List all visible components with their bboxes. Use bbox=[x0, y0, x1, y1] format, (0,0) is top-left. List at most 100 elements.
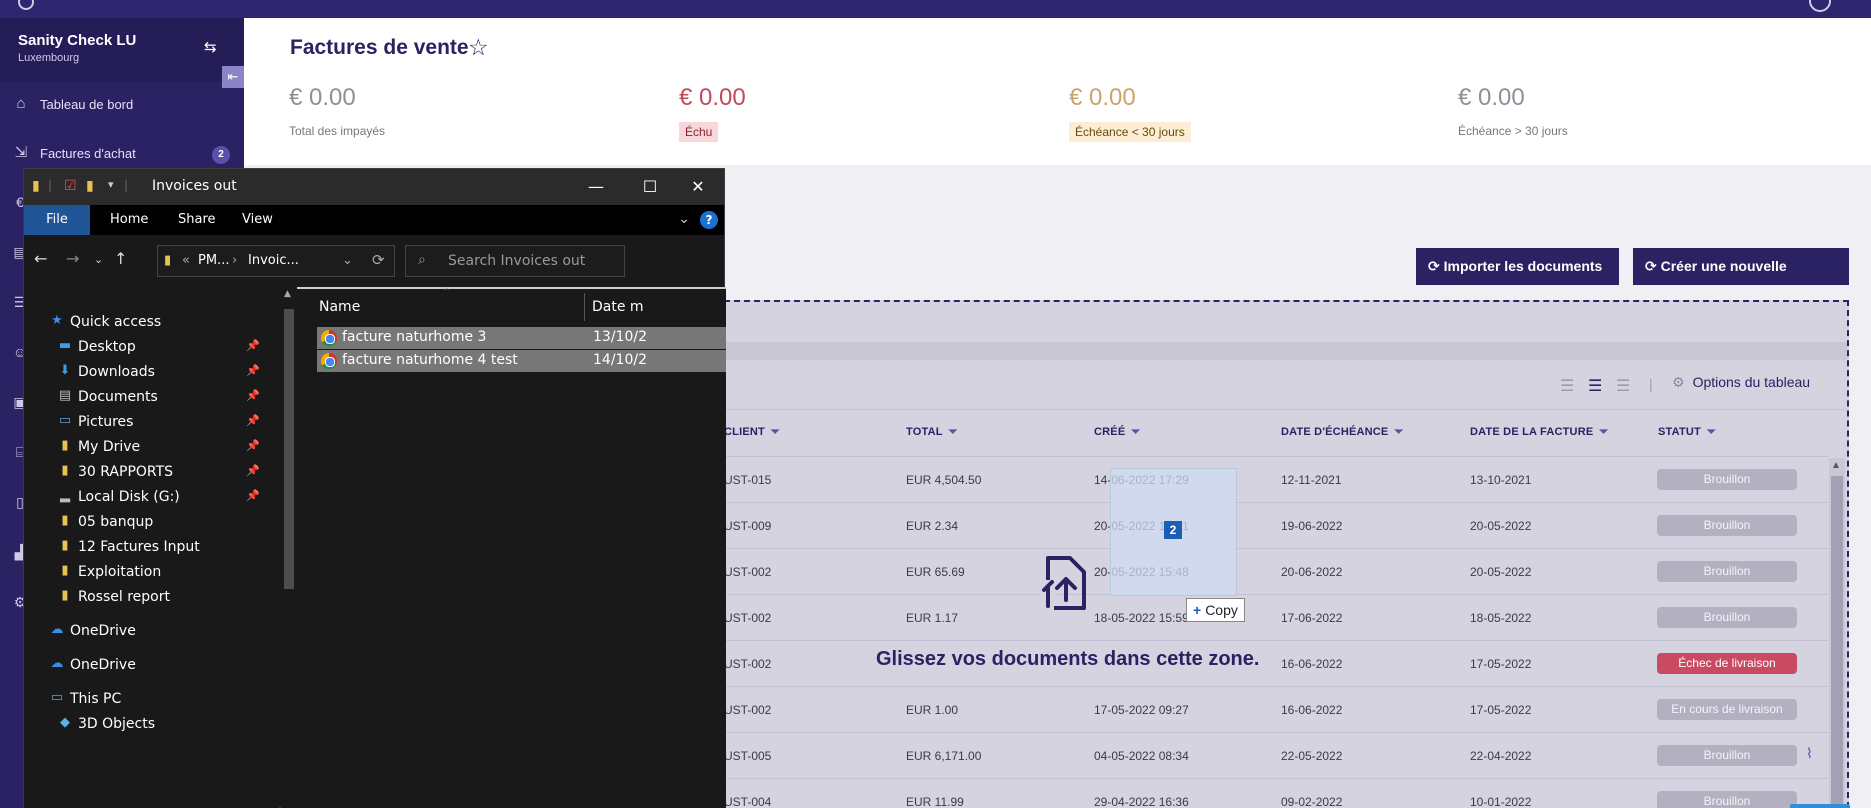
expand-ribbon-icon[interactable]: ⌄ bbox=[678, 211, 690, 227]
table-row[interactable]: UST-005 EUR 6,171.00 04-05-2022 08:34 22… bbox=[724, 732, 1829, 778]
app-logo[interactable] bbox=[18, 0, 34, 10]
nav-label: OneDrive bbox=[70, 657, 136, 673]
tab-view[interactable]: View bbox=[232, 205, 283, 235]
folder-icon: ▮ bbox=[61, 538, 69, 553]
switch-company-icon[interactable]: ⇆ bbox=[204, 38, 217, 56]
cell-client: UST-002 bbox=[724, 703, 772, 717]
table-row[interactable]: UST-015 EUR 4,504.50 14-06-2022 17:29 12… bbox=[724, 456, 1829, 502]
sidebar-item-dashboard[interactable]: ⌂ Tableau de bord bbox=[0, 85, 244, 125]
nav-my-drive[interactable]: ▮ My Drive 📌 bbox=[24, 435, 279, 460]
chat-widget-edge[interactable] bbox=[1790, 804, 1850, 808]
search-box[interactable]: ⌕ Search Invoices out bbox=[405, 245, 625, 277]
breadcrumb-current[interactable]: Invoic... bbox=[248, 253, 299, 268]
maximize-icon[interactable]: ☐ bbox=[630, 173, 670, 201]
import-documents-button[interactable]: ⟳ Importer les documents bbox=[1416, 248, 1619, 285]
column-header-date[interactable]: Date m bbox=[592, 299, 644, 315]
view-compact-icon[interactable]: ☰ bbox=[1560, 376, 1574, 396]
customize-toolbar-icon[interactable]: ▾ bbox=[108, 178, 114, 191]
nav-onedrive[interactable]: ☁ OneDrive bbox=[24, 619, 279, 644]
column-header-name[interactable]: Name bbox=[319, 299, 360, 315]
nav-label: 12 Factures Input bbox=[78, 539, 200, 555]
nav-documents[interactable]: ▤ Documents 📌 bbox=[24, 385, 279, 410]
filter-icon[interactable]: ⏷ bbox=[771, 426, 780, 438]
nav-12-factures-input[interactable]: ▮ 12 Factures Input bbox=[24, 535, 279, 560]
refresh-icon[interactable]: ⟳ bbox=[372, 251, 385, 269]
filter-icon[interactable]: ⏷ bbox=[1707, 426, 1716, 438]
file-row[interactable]: facture naturhome 3 13/10/2 bbox=[317, 327, 726, 349]
attachment-icon[interactable]: ⌇ bbox=[1806, 745, 1813, 762]
cell-due: 16-06-2022 bbox=[1281, 657, 1343, 671]
scrollbar-thumb[interactable] bbox=[1831, 476, 1843, 808]
table-options-button[interactable]: ⚙ Options du tableau bbox=[1672, 374, 1810, 391]
navigation-pane-scrollbar[interactable]: ▲ bbox=[281, 287, 297, 808]
nav-quick-access[interactable]: ★ Quick access bbox=[24, 310, 279, 335]
file-name: facture naturhome 4 test bbox=[342, 352, 518, 368]
tab-share[interactable]: Share bbox=[168, 205, 226, 235]
filter-icon[interactable]: ⏷ bbox=[1394, 426, 1403, 438]
tab-home[interactable]: Home bbox=[100, 205, 158, 235]
table-row[interactable]: UST-002 EUR 1.00 17-05-2022 09:27 16-06-… bbox=[724, 686, 1829, 732]
drive-icon: ▮ bbox=[61, 438, 69, 453]
column-divider[interactable] bbox=[584, 293, 585, 321]
company-switcher[interactable]: Sanity Check LU Luxembourg ⇆ bbox=[0, 18, 244, 82]
nav-desktop[interactable]: ▬ Desktop 📌 bbox=[24, 335, 279, 360]
column-header-created[interactable]: CRÉÉ ⏷ bbox=[1094, 426, 1140, 439]
properties-icon[interactable]: ☑ bbox=[64, 178, 77, 194]
nav-pictures[interactable]: ▭ Pictures 📌 bbox=[24, 410, 279, 435]
minimize-icon[interactable]: — bbox=[576, 173, 616, 201]
overflow-icon[interactable]: « bbox=[182, 253, 190, 268]
view-normal-icon[interactable]: ☰ bbox=[1588, 376, 1602, 396]
favorite-star-icon[interactable]: ☆ bbox=[468, 34, 489, 61]
nav-30-rapports[interactable]: ▮ 30 RAPPORTS 📌 bbox=[24, 460, 279, 485]
nav-exploitation[interactable]: ▮ Exploitation bbox=[24, 560, 279, 585]
address-bar[interactable]: ▮ « PM... › Invoic... ⌄ bbox=[157, 245, 395, 277]
nav-05-banqup[interactable]: ▮ 05 banqup bbox=[24, 510, 279, 535]
close-icon[interactable]: ✕ bbox=[678, 173, 718, 201]
recent-locations-icon[interactable]: ⌄ bbox=[94, 253, 103, 266]
view-large-icon[interactable]: ☰ bbox=[1616, 376, 1630, 396]
filter-icon[interactable]: ⏷ bbox=[1131, 426, 1140, 438]
column-header-status[interactable]: STATUT ⏷ bbox=[1658, 426, 1716, 439]
scrollbar-thumb[interactable] bbox=[284, 309, 294, 589]
table-row[interactable]: UST-002 EUR 1.17 18-05-2022 15:59 17-06-… bbox=[724, 594, 1829, 640]
nav-label: Rossel report bbox=[78, 589, 170, 605]
table-row[interactable]: UST-009 EUR 2.34 20-05-2022 15:51 19-06-… bbox=[724, 502, 1829, 548]
nav-3d-objects[interactable]: ◆ 3D Objects bbox=[24, 712, 279, 737]
navigation-bar: ← → ⌄ ↑ ▮ « PM... › Invoic... ⌄ ⟳ ⌕ Sear… bbox=[24, 235, 724, 287]
nav-this-pc[interactable]: ▭ This PC bbox=[24, 687, 279, 712]
table-scrollbar[interactable]: ▲ bbox=[1829, 458, 1845, 808]
forward-icon[interactable]: → bbox=[66, 249, 79, 268]
nav-local-disk[interactable]: ▂ Local Disk (G:) 📌 bbox=[24, 485, 279, 510]
cell-invoice-date: 20-05-2022 bbox=[1470, 565, 1532, 579]
column-header-due-date[interactable]: DATE D'ÉCHÉANCE ⏷ bbox=[1281, 426, 1403, 439]
new-folder-icon[interactable]: ▮ bbox=[86, 178, 94, 194]
back-icon[interactable]: ← bbox=[34, 249, 47, 268]
window-titlebar[interactable]: ▮ | ☑ ▮ ▾ | Invoices out — ☐ ✕ bbox=[24, 169, 724, 205]
address-dropdown-icon[interactable]: ⌄ bbox=[342, 253, 353, 268]
scroll-up-icon[interactable]: ▲ bbox=[284, 289, 291, 299]
filter-icon[interactable]: ⏷ bbox=[1599, 426, 1608, 438]
nav-onedrive-2[interactable]: ☁ OneDrive bbox=[24, 653, 279, 678]
nav-downloads[interactable]: ⬇ Downloads 📌 bbox=[24, 360, 279, 385]
nav-rossel-report[interactable]: ▮ Rossel report bbox=[24, 585, 279, 610]
up-icon[interactable]: ↑ bbox=[114, 249, 127, 268]
user-avatar[interactable] bbox=[1809, 0, 1831, 12]
column-header-client[interactable]: CLIENT ⏷ bbox=[724, 426, 780, 439]
create-invoice-button[interactable]: ⟳ Créer une nouvelle facture bbox=[1633, 248, 1849, 311]
breadcrumb-root[interactable]: PM... bbox=[198, 253, 229, 268]
cell-client: UST-015 bbox=[724, 473, 772, 487]
tab-file[interactable]: File bbox=[24, 205, 90, 235]
filter-icon[interactable]: ⏷ bbox=[949, 426, 958, 438]
scroll-up-icon[interactable]: ▲ bbox=[1831, 460, 1841, 471]
help-icon[interactable]: ? bbox=[700, 211, 718, 229]
cell-client: UST-002 bbox=[724, 611, 772, 625]
home-icon: ⌂ bbox=[16, 95, 26, 112]
column-header-total[interactable]: TOTAL ⏷ bbox=[906, 426, 958, 439]
table-row[interactable]: UST-002 EUR 65.69 20-05-2022 15:48 20-06… bbox=[724, 548, 1829, 594]
disk-icon: ▂ bbox=[60, 488, 70, 503]
column-header-invoice-date[interactable]: DATE DE LA FACTURE ⏷ bbox=[1470, 426, 1608, 439]
table-row[interactable]: UST-004 EUR 11.99 29-04-2022 16:36 09-02… bbox=[724, 778, 1829, 808]
file-row[interactable]: facture naturhome 4 test 14/10/2 bbox=[317, 350, 726, 372]
cell-total: EUR 65.69 bbox=[906, 565, 965, 579]
document-drop-zone[interactable]: ☰ ☰ ☰ | ⚙ Options du tableau CLIENT ⏷ TOTA… bbox=[724, 300, 1849, 808]
